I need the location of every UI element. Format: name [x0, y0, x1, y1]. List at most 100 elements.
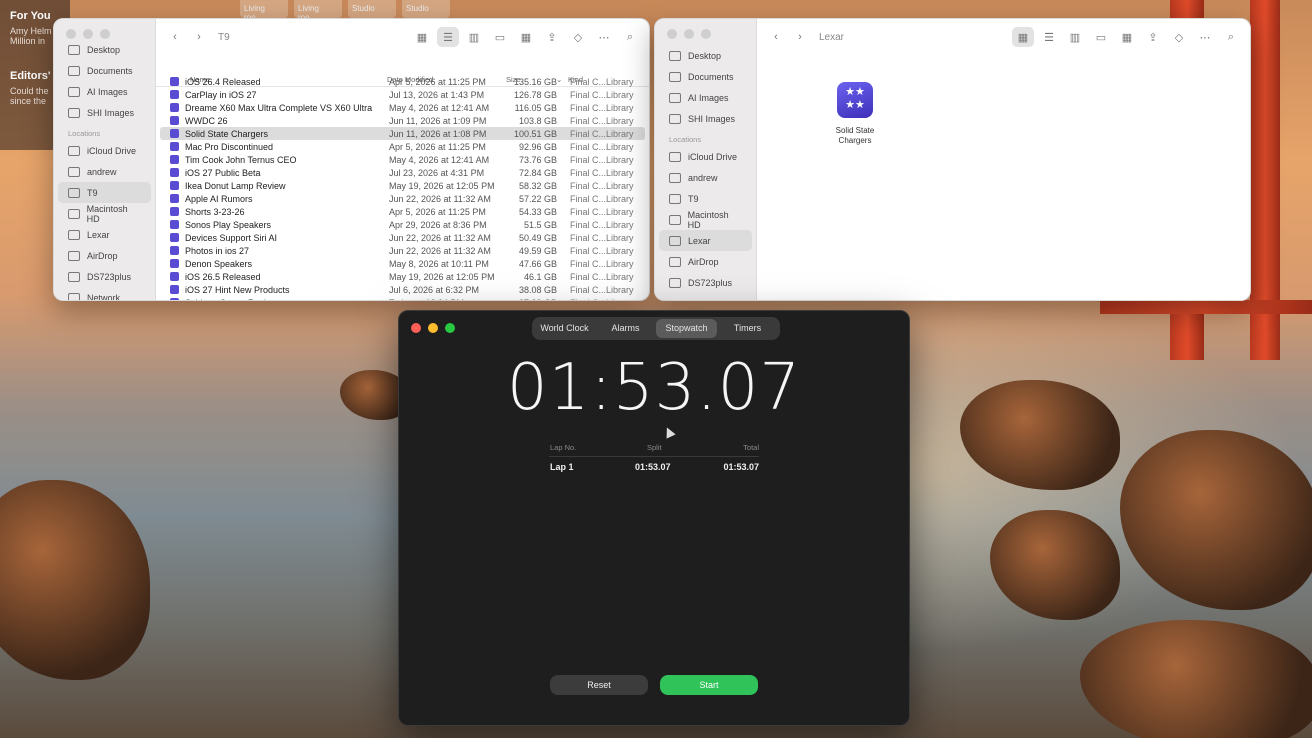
file-kind: Final C...Library — [570, 128, 634, 139]
fcp-library-icon — [170, 90, 179, 99]
table-row[interactable]: iOS 27 Hint New Products Jul 6, 2026 at 6… — [160, 283, 645, 296]
desktop-tab[interactable]: Studio — [348, 0, 396, 18]
sidebar-item-label: SHI Images — [87, 107, 135, 118]
sidebar-item-ai-images[interactable]: AI Images — [659, 87, 752, 108]
sidebar-item-lexar[interactable]: Lexar — [58, 224, 151, 245]
tag-icon[interactable]: ◇ — [1168, 27, 1190, 47]
finder-window-lexar[interactable]: Desktop Documents AI Images SHI Images Locat… — [654, 18, 1251, 301]
fcp-library-icon — [170, 259, 179, 268]
rock-decoration — [1120, 430, 1312, 610]
table-row[interactable]: Shorts 3-23-26 Apr 5, 2026 at 11:25 PM 54.… — [160, 205, 645, 218]
desktop-tab[interactable]: Studio — [402, 0, 450, 18]
clock-window[interactable]: World Clock Alarms Stopwatch Timers 01:5… — [398, 310, 910, 726]
sidebar-item-lexar[interactable]: Lexar — [659, 230, 752, 251]
sidebar-item-desktop[interactable]: Desktop — [659, 45, 752, 66]
finder-toolbar: ‹ › Lexar ▦ ☰ ▥ ▭ ▦ ⇪ ◇ ⋯ ⌕ — [757, 19, 1250, 55]
folder-icon — [68, 86, 80, 97]
file-name: Denon Speakers — [185, 258, 253, 269]
sidebar-item-ds723plus[interactable]: DS723plus — [659, 272, 752, 293]
reset-button[interactable]: Reset — [550, 675, 648, 695]
table-row[interactable]: Tim Cook John Ternus CEO May 4, 2026 at 1… — [160, 153, 645, 166]
table-row[interactable]: Devices Support Siri AI Jun 22, 2026 at 1… — [160, 231, 645, 244]
fcp-library-icon[interactable]: ★★ ★★ — [837, 82, 873, 118]
fcp-library-icon — [170, 103, 179, 112]
forward-icon[interactable]: › — [789, 27, 811, 47]
sidebar-item-documents[interactable]: Documents — [659, 66, 752, 87]
group-icon[interactable]: ▦ — [1116, 27, 1138, 47]
folder-icon — [669, 92, 681, 103]
back-icon[interactable]: ‹ — [765, 27, 787, 47]
zoom-button[interactable] — [701, 29, 711, 39]
table-row[interactable]: Denon Speakers May 8, 2026 at 10:11 PM 47.… — [160, 257, 645, 270]
list-view-icon[interactable]: ☰ — [1038, 27, 1060, 47]
sidebar-item-macintosh-hd[interactable]: Macintosh HD — [659, 209, 752, 230]
split-header: Split — [647, 443, 662, 452]
zoom-button[interactable] — [100, 29, 110, 39]
sidebar-item-airdrop[interactable]: AirDrop — [58, 245, 151, 266]
column-view-icon[interactable]: ▥ — [1064, 27, 1086, 47]
minimize-button[interactable] — [428, 323, 438, 333]
table-row[interactable]: Sonos Play Speakers Apr 29, 2026 at 8:36 … — [160, 218, 645, 231]
sidebar-item-ai-images[interactable]: AI Images — [58, 81, 151, 102]
sidebar-item-shi-images[interactable]: SHI Images — [659, 108, 752, 129]
file-name: WWDC 26 — [185, 115, 228, 126]
sidebar-item-desktop[interactable]: Desktop — [58, 39, 151, 60]
file-item-label[interactable]: Solid State Chargers — [827, 126, 883, 146]
start-button[interactable]: Start — [660, 675, 758, 695]
close-button[interactable] — [66, 29, 76, 39]
table-row[interactable]: Apple AI Rumors Jun 22, 2026 at 11:32 AM 5… — [160, 192, 645, 205]
tab-world-clock[interactable]: World Clock — [534, 319, 595, 338]
lap-no-header: Lap No. — [550, 443, 577, 452]
table-row[interactable]: iOS 26.4 Released Apr 5, 2026 at 11:25 PM… — [160, 75, 645, 88]
sidebar-item-airdrop[interactable]: AirDrop — [659, 251, 752, 272]
table-row[interactable]: CarPlay in iOS 27 Jul 13, 2026 at 1:43 PM… — [160, 88, 645, 101]
sidebar-item-macintosh-hd[interactable]: Macintosh HD — [58, 203, 151, 224]
close-button[interactable] — [667, 29, 677, 39]
table-row[interactable]: Photos in ios 27 Jun 22, 2026 at 11:32 AM… — [160, 244, 645, 257]
sidebar-item-andrew[interactable]: andrew — [58, 161, 151, 182]
sidebar-item-t9[interactable]: T9 — [58, 182, 151, 203]
fcp-library-icon — [170, 116, 179, 125]
sidebar-item-ds723plus[interactable]: DS723plus — [58, 266, 151, 287]
search-icon[interactable]: ⌕ — [1220, 27, 1242, 47]
tab-timers[interactable]: Timers — [717, 319, 778, 338]
sidebar-item-icloud-drive[interactable]: iCloud Drive — [659, 146, 752, 167]
table-row[interactable]: Ikea Donut Lamp Review May 19, 2026 at 12… — [160, 179, 645, 192]
fcp-library-icon — [170, 298, 179, 300]
more-icon[interactable]: ⋯ — [1194, 27, 1216, 47]
sidebar-item-network[interactable]: Network — [58, 287, 151, 300]
table-row[interactable]: iOS 27 Public Beta Jul 23, 2026 at 4:31 P… — [160, 166, 645, 179]
file-kind: Final C...Library — [570, 232, 634, 243]
table-row[interactable]: WWDC 26 Jun 11, 2026 at 1:09 PM 103.8 GB Fi… — [160, 114, 645, 127]
table-row[interactable]: Dreame X60 Max Ultra Complete VS X60 Ult… — [160, 101, 645, 114]
share-icon[interactable]: ⇪ — [1142, 27, 1164, 47]
desktop-tab[interactable]: Living roo… — [240, 0, 288, 22]
file-date: Jul 13, 2026 at 1:43 PM — [389, 89, 485, 100]
table-row[interactable]: iOS 26.5 Released May 19, 2026 at 12:05 P… — [160, 270, 645, 283]
sidebar-item-documents[interactable]: Documents — [58, 60, 151, 81]
sidebar-item-andrew[interactable]: andrew — [659, 167, 752, 188]
sidebar-item-shi-images[interactable]: SHI Images — [58, 102, 151, 123]
file-name: iOS 26.5 Released — [185, 271, 261, 282]
cloud-icon — [68, 145, 80, 156]
tab-stopwatch[interactable]: Stopwatch — [656, 319, 717, 338]
sidebar-item-icloud-drive[interactable]: iCloud Drive — [58, 140, 151, 161]
file-name: CarPlay in iOS 27 — [185, 89, 257, 100]
file-name: Sonos Play Speakers — [185, 219, 272, 230]
minimize-button[interactable] — [684, 29, 694, 39]
icon-view-icon[interactable]: ▦ — [1012, 27, 1034, 47]
zoom-button[interactable] — [445, 323, 455, 333]
close-button[interactable] — [411, 323, 421, 333]
table-row[interactable]: Mac Pro Discontinued Apr 5, 2026 at 11:25… — [160, 140, 645, 153]
minimize-button[interactable] — [83, 29, 93, 39]
drive-icon — [669, 235, 681, 246]
gallery-view-icon[interactable]: ▭ — [1090, 27, 1112, 47]
desktop-tab[interactable]: Living roo… — [294, 0, 342, 22]
sidebar-item-label: AirDrop — [688, 256, 719, 267]
table-row[interactable]: Solid State Chargers Jun 11, 2026 at 1:08… — [160, 127, 645, 140]
tab-alarms[interactable]: Alarms — [595, 319, 656, 338]
finder-window-t9[interactable]: Desktop Documents AI Images SHI Images Locat… — [53, 18, 650, 301]
sidebar-item-label: Desktop — [688, 50, 722, 61]
table-row[interactable]: Schlage Sense Review Today at 12:04 PM 37.… — [160, 296, 645, 300]
sidebar-item-t9[interactable]: T9 — [659, 188, 752, 209]
